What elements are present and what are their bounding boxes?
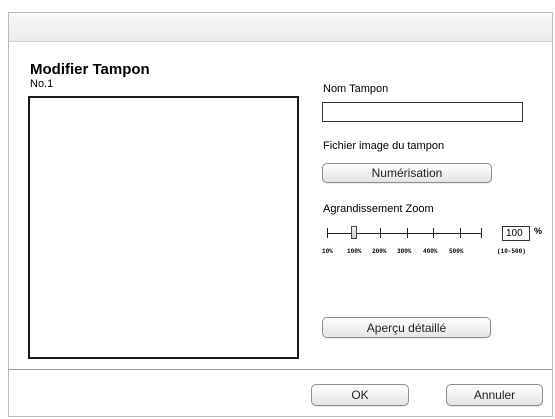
zoom-tick-label: 300%	[397, 248, 412, 255]
zoom-tick	[460, 228, 461, 238]
ok-button[interactable]: OK	[311, 384, 409, 406]
zoom-tick-label: 10%	[322, 248, 333, 255]
dialog-title: Modifier Tampon	[30, 61, 150, 78]
zoom-tick-label: 100%	[347, 248, 362, 255]
zoom-slider-thumb[interactable]	[351, 226, 357, 239]
zoom-tick-label: 200%	[372, 248, 387, 255]
image-file-label: Fichier image du tampon	[323, 140, 445, 152]
zoom-tick	[407, 228, 408, 238]
title-bar	[9, 13, 552, 42]
zoom-range-label: (10-500)	[497, 248, 526, 255]
zoom-tick	[481, 228, 482, 238]
stamp-name-input[interactable]	[322, 102, 523, 122]
stamp-name-label: Nom Tampon	[323, 83, 389, 95]
zoom-unit: %	[534, 226, 543, 236]
detailed-preview-button[interactable]: Aperçu détaillé	[322, 317, 491, 338]
cancel-button[interactable]: Annuler	[446, 384, 543, 406]
zoom-tick	[327, 228, 328, 238]
zoom-label: Agrandissement Zoom	[323, 203, 434, 215]
scan-button[interactable]: Numérisation	[322, 163, 492, 183]
zoom-tick	[433, 228, 434, 238]
zoom-tick-label: 400%	[423, 248, 438, 255]
footer-separator	[9, 369, 552, 370]
zoom-tick-label: 500%	[449, 248, 464, 255]
zoom-tick	[380, 228, 381, 238]
stamp-preview-area	[28, 96, 299, 359]
stamp-number: No.1	[30, 78, 54, 90]
dialog-window: Modifier Tampon No.1 Nom Tampon Fichier …	[8, 12, 553, 417]
zoom-value-input[interactable]: 100	[502, 226, 530, 241]
